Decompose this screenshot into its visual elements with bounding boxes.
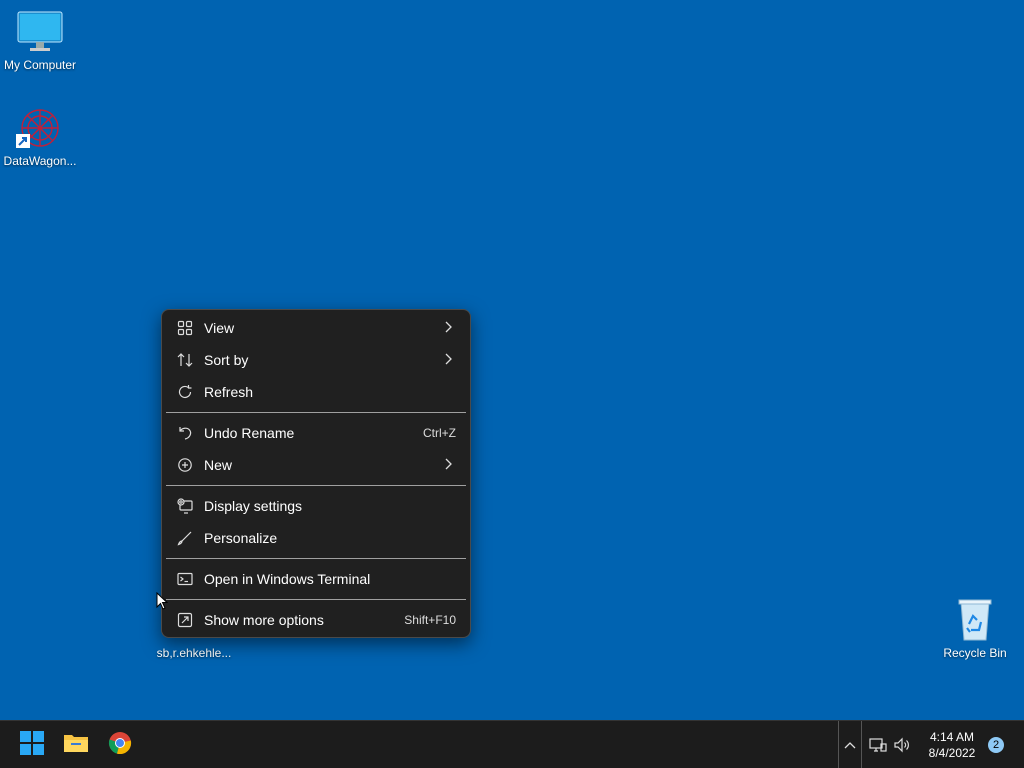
desktop-icon-file[interactable]: sb,r.ehkehle...: [154, 646, 234, 660]
mouse-cursor-icon: [156, 591, 169, 615]
clock-date: 8/4/2022: [928, 746, 976, 760]
monitor-icon: [16, 8, 64, 56]
menu-item-label: Display settings: [204, 498, 303, 514]
desktop-icon-datawagon[interactable]: DataWagon...: [0, 104, 80, 168]
taskbar: 4:14 AM 8/4/2022 2: [0, 720, 1024, 768]
menu-item-label: Sort by: [204, 352, 249, 368]
desktop-icon-my-computer[interactable]: My Computer: [0, 8, 80, 72]
brush-icon: [176, 529, 194, 547]
show-hidden-icons-button[interactable]: [838, 721, 862, 768]
grid-icon: [176, 319, 194, 337]
menu-item-label: Show more options: [204, 612, 324, 628]
desktop-icon-label: DataWagon...: [3, 154, 77, 168]
chrome-icon: [108, 731, 132, 760]
shortcut-label: Ctrl+Z: [423, 426, 456, 440]
sort-icon: [176, 351, 194, 369]
taskbar-file-explorer-button[interactable]: [60, 729, 92, 761]
desktop-icon-recycle-bin[interactable]: Recycle Bin: [935, 596, 1015, 660]
windows-logo-icon: [20, 730, 44, 760]
notification-count-badge[interactable]: 2: [988, 737, 1004, 753]
taskbar-chrome-button[interactable]: [104, 729, 136, 761]
menu-item-refresh[interactable]: Refresh: [166, 377, 466, 407]
chevron-right-icon: [444, 457, 452, 473]
chevron-right-icon: [444, 352, 452, 368]
start-button[interactable]: [16, 729, 48, 761]
menu-item-display-settings[interactable]: Display settings: [166, 491, 466, 521]
shortcut-label: Shift+F10: [404, 613, 456, 627]
network-icon[interactable]: [868, 735, 888, 755]
menu-item-personalize[interactable]: Personalize: [166, 523, 466, 553]
datawagon-app-icon: [16, 104, 64, 152]
menu-item-show-more-options[interactable]: Show more options Shift+F10: [166, 605, 466, 635]
clock-time: 4:14 AM: [929, 730, 975, 744]
menu-separator: [166, 412, 466, 413]
menu-item-open-terminal[interactable]: Open in Windows Terminal: [166, 564, 466, 594]
menu-separator: [166, 558, 466, 559]
display-settings-icon: [176, 497, 194, 515]
menu-item-label: Refresh: [204, 384, 254, 400]
menu-item-label: View: [204, 320, 235, 336]
refresh-icon: [176, 383, 194, 401]
chevron-right-icon: [444, 320, 452, 336]
menu-separator: [166, 485, 466, 486]
menu-item-label: Open in Windows Terminal: [204, 571, 371, 587]
desktop-context-menu: View Sort by Refresh Undo Rename Ctrl+Z …: [161, 309, 471, 638]
menu-separator: [166, 599, 466, 600]
desktop-icon-label: Recycle Bin: [943, 646, 1007, 660]
menu-item-label: Undo Rename: [204, 425, 295, 441]
menu-item-new[interactable]: New: [166, 450, 466, 480]
menu-item-view[interactable]: View: [166, 313, 466, 343]
undo-icon: [176, 424, 194, 442]
terminal-icon: [176, 570, 194, 588]
taskbar-clock[interactable]: 4:14 AM 8/4/2022: [920, 729, 984, 761]
desktop-icon-label: sb,r.ehkehle...: [156, 646, 232, 660]
chevron-up-icon: [844, 736, 856, 754]
show-more-icon: [176, 611, 194, 629]
menu-item-label: Personalize: [204, 530, 278, 546]
menu-item-sort-by[interactable]: Sort by: [166, 345, 466, 375]
desktop-icon-label: My Computer: [3, 58, 77, 72]
new-plus-icon: [176, 456, 194, 474]
menu-item-undo-rename[interactable]: Undo Rename Ctrl+Z: [166, 418, 466, 448]
folder-icon: [63, 732, 89, 759]
recycle-bin-icon: [951, 596, 999, 644]
menu-item-label: New: [204, 457, 233, 473]
volume-icon[interactable]: [892, 735, 912, 755]
